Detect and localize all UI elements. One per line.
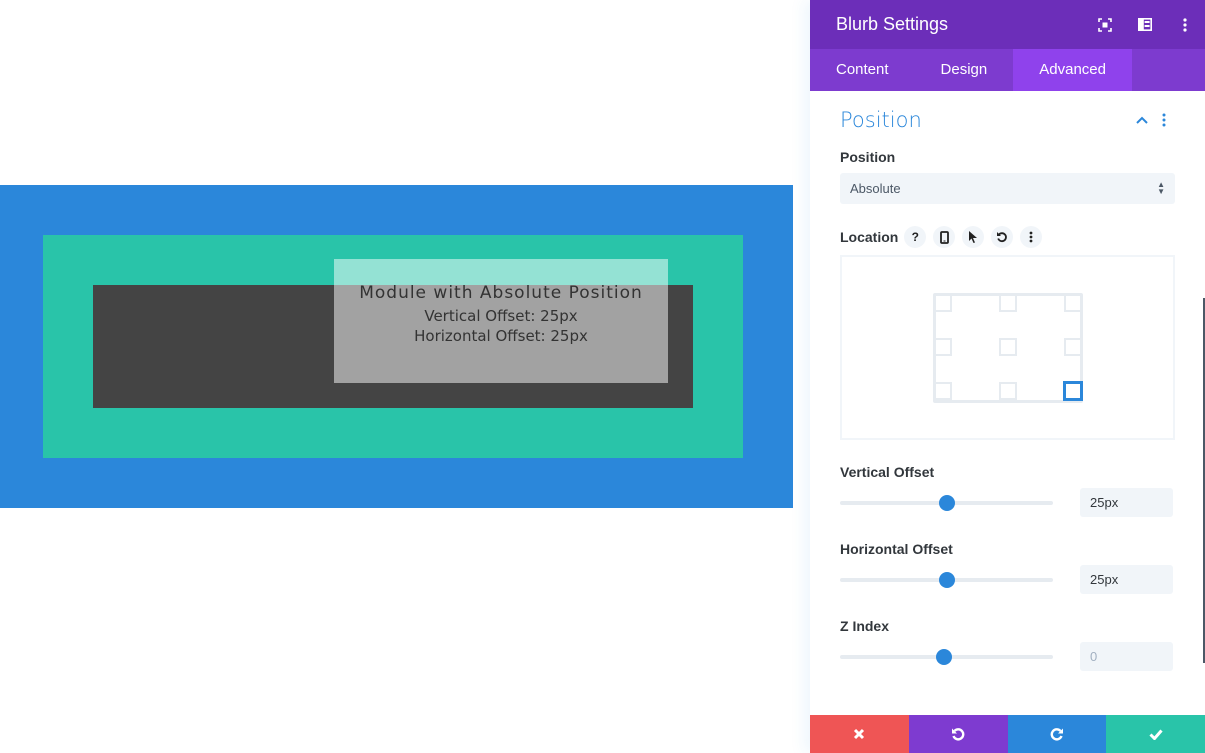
panel-header: Blurb Settings xyxy=(810,0,1205,49)
help-icon[interactable]: ? xyxy=(904,226,927,248)
z-index-field: Z Index 0 xyxy=(840,618,1175,671)
tab-bar: Content Design Advanced xyxy=(810,49,1205,91)
close-icon xyxy=(854,728,865,740)
panel-body: Position Position Absolute ▲ ▼ Location ? xyxy=(810,91,1205,671)
tab-content[interactable]: Content xyxy=(810,49,915,91)
panel-title: Blurb Settings xyxy=(836,14,949,34)
location-picker xyxy=(840,255,1175,440)
location-bottom-left[interactable] xyxy=(934,382,952,400)
slider-thumb[interactable] xyxy=(935,648,952,665)
module-vertical-offset-text: Vertical Offset: 25px xyxy=(424,307,578,325)
builder-canvas: Module with Absolute Position Vertical O… xyxy=(0,0,810,753)
position-select[interactable]: Absolute ▲ ▼ xyxy=(840,173,1175,204)
horizontal-offset-label: Horizontal Offset xyxy=(840,541,953,557)
vertical-offset-slider[interactable] xyxy=(840,494,1053,511)
split-view-icon[interactable] xyxy=(1125,0,1165,49)
hover-cursor-icon[interactable] xyxy=(962,226,985,248)
location-bottom-right[interactable] xyxy=(1063,381,1083,401)
vertical-offset-field: Vertical Offset 25px xyxy=(840,464,1175,517)
z-index-label: Z Index xyxy=(840,618,890,634)
redo-icon xyxy=(1050,728,1063,741)
blurb-module[interactable]: Module with Absolute Position Vertical O… xyxy=(334,259,668,383)
save-button[interactable] xyxy=(1106,715,1205,753)
responsive-mobile-icon[interactable] xyxy=(933,226,956,248)
section-options-icon[interactable] xyxy=(1153,113,1175,127)
location-options-icon[interactable] xyxy=(1020,226,1043,248)
tab-design[interactable]: Design xyxy=(915,49,1014,91)
location-top-center[interactable] xyxy=(999,294,1017,312)
undo-icon xyxy=(952,728,965,741)
horizontal-offset-slider[interactable] xyxy=(840,571,1053,588)
checkmark-icon xyxy=(1149,729,1163,740)
discard-button[interactable] xyxy=(810,715,909,753)
module-horizontal-offset-text: Horizontal Offset: 25px xyxy=(414,327,588,345)
redo-button[interactable] xyxy=(1007,715,1107,753)
slider-thumb[interactable] xyxy=(938,494,955,511)
slider-thumb[interactable] xyxy=(938,571,955,588)
undo-button[interactable] xyxy=(908,715,1008,753)
section-title: Position xyxy=(840,108,922,132)
module-title: Module with Absolute Position xyxy=(359,283,643,303)
horizontal-offset-field: Horizontal Offset 25px xyxy=(840,541,1175,594)
more-options-icon[interactable] xyxy=(1165,0,1205,49)
location-bottom-center[interactable] xyxy=(999,382,1017,400)
chevron-up-icon[interactable] xyxy=(1131,116,1153,124)
reset-icon[interactable] xyxy=(991,226,1014,248)
location-label: Location xyxy=(840,229,899,245)
tab-advanced[interactable]: Advanced xyxy=(1013,49,1132,91)
location-center-left[interactable] xyxy=(934,338,952,356)
settings-panel: Blurb Settings Content Design Advanced P… xyxy=(810,0,1205,753)
location-grid xyxy=(933,293,1083,403)
horizontal-offset-input[interactable]: 25px xyxy=(1080,565,1173,594)
z-index-slider[interactable] xyxy=(840,648,1053,665)
position-select-value: Absolute xyxy=(850,181,901,196)
location-center-right[interactable] xyxy=(1064,338,1082,356)
position-label: Position xyxy=(840,149,896,165)
vertical-offset-label: Vertical Offset xyxy=(840,464,935,480)
fullscreen-icon[interactable] xyxy=(1085,0,1125,49)
location-top-left[interactable] xyxy=(934,294,952,312)
location-row: Location ? xyxy=(840,226,1175,248)
position-section-header[interactable]: Position xyxy=(840,91,1175,149)
location-top-right[interactable] xyxy=(1064,294,1082,312)
select-arrows-icon: ▲ ▼ xyxy=(1157,180,1165,196)
z-index-input[interactable]: 0 xyxy=(1080,642,1173,671)
location-center[interactable] xyxy=(999,338,1017,356)
panel-footer xyxy=(810,715,1205,753)
vertical-offset-input[interactable]: 25px xyxy=(1080,488,1173,517)
